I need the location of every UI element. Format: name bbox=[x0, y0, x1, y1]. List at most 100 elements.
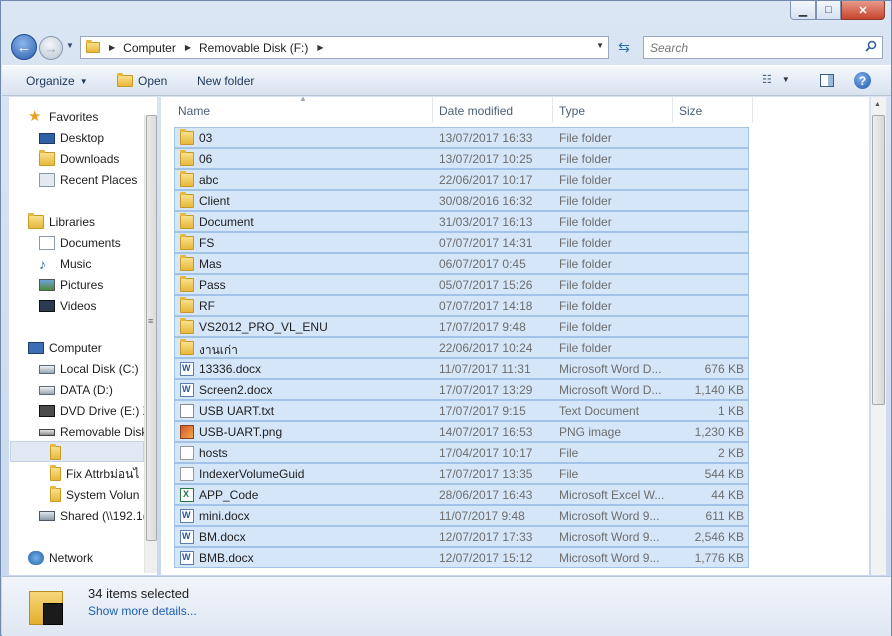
file-list-scrollbar-thumb[interactable] bbox=[872, 115, 885, 405]
chevron-right-icon[interactable]: ▶ bbox=[109, 43, 115, 52]
column-divider[interactable] bbox=[432, 97, 433, 123]
sidebar-item-recent-places[interactable]: Recent Places bbox=[39, 170, 137, 190]
sidebar-item-desktop[interactable]: Desktop bbox=[39, 128, 104, 148]
file-row[interactable]: BMB.docx 12/07/2017 15:12 Microsoft Word 9… bbox=[174, 547, 749, 568]
column-type[interactable]: Type bbox=[559, 104, 585, 118]
file-name: FS bbox=[199, 236, 215, 250]
sidebar-item-label: Network bbox=[49, 551, 94, 565]
file-row[interactable]: 06 13/07/2017 10:25 File folder bbox=[174, 148, 749, 169]
scroll-up-icon[interactable]: ▲ bbox=[874, 101, 881, 108]
change-view-button[interactable]: ☷ ▼ bbox=[762, 73, 790, 86]
sidebar-item-removable-disk[interactable]: Removable Disk bbox=[39, 422, 147, 442]
file-name: 03 bbox=[199, 131, 213, 145]
column-divider[interactable] bbox=[552, 97, 553, 123]
sidebar-item-pictures[interactable]: Pictures bbox=[39, 275, 103, 295]
sidebar-item-computer[interactable]: Computer bbox=[28, 338, 102, 358]
column-date-modified[interactable]: Date modified bbox=[439, 104, 513, 118]
sidebar-item-videos[interactable]: Videos bbox=[39, 296, 96, 316]
chevron-down-icon[interactable]: ▼ bbox=[782, 75, 790, 84]
file-row[interactable]: 03 13/07/2017 16:33 File folder bbox=[174, 127, 749, 148]
navigation-scrollbar[interactable] bbox=[144, 115, 157, 573]
file-date-modified: 31/03/2017 16:13 bbox=[439, 215, 533, 229]
chevron-right-icon[interactable]: ▶ bbox=[185, 43, 191, 52]
file-row[interactable]: Mas 06/07/2017 0:45 File folder bbox=[174, 253, 749, 274]
file-row[interactable]: mini.docx 11/07/2017 9:48 Microsoft Word 9… bbox=[174, 505, 749, 526]
sidebar-item-label: Recent Places bbox=[60, 173, 138, 187]
column-divider[interactable] bbox=[672, 97, 673, 123]
sidebar-item-network[interactable]: Network bbox=[28, 548, 93, 568]
file-type: File bbox=[559, 446, 579, 460]
title-bar: ▁ □ ✕ bbox=[1, 1, 891, 31]
file-row[interactable]: abc 22/06/2017 10:17 File folder bbox=[174, 169, 749, 190]
file-type: Microsoft Word 9... bbox=[559, 530, 660, 544]
chevron-right-icon[interactable]: ▶ bbox=[317, 43, 323, 52]
file-row[interactable]: USB UART.txt 17/07/2017 9:15 Text Document… bbox=[174, 400, 749, 421]
breadcrumb-computer[interactable]: Computer bbox=[123, 41, 176, 55]
sidebar-item-label: DATA (D:) bbox=[60, 383, 113, 397]
close-button[interactable]: ✕ bbox=[841, 1, 885, 20]
search-input[interactable] bbox=[650, 40, 850, 55]
sidebar-item-local-disk-c[interactable]: Local Disk (C:) bbox=[39, 359, 139, 379]
file-row[interactable]: Client 30/08/2016 16:32 File folder bbox=[174, 190, 749, 211]
file-name: Mas bbox=[199, 257, 222, 271]
new-folder-button[interactable]: New folder bbox=[197, 74, 254, 88]
file-size: 1,776 KB bbox=[694, 551, 744, 565]
address-bar[interactable]: ▶ Computer ▶ Removable Disk (F:) ▶ ▼ bbox=[80, 36, 609, 59]
file-row[interactable]: APP_Code 28/06/2017 16:43 Microsoft Excel … bbox=[174, 484, 749, 505]
file-list-scrollbar[interactable]: ▲ bbox=[871, 97, 886, 575]
sidebar-item-downloads[interactable]: Downloads bbox=[39, 149, 119, 169]
sidebar-item-system-volume[interactable]: System Volun bbox=[50, 485, 139, 505]
sidebar-item-favorites[interactable]: ★ Favorites bbox=[28, 107, 98, 127]
minimize-button[interactable]: ▁ bbox=[790, 1, 816, 20]
organize-button[interactable]: Organize ▼ bbox=[26, 74, 88, 88]
nav-selection-highlight bbox=[10, 441, 144, 462]
search-box[interactable] bbox=[643, 36, 883, 59]
sidebar-item-dvd-drive[interactable]: DVD Drive (E:) X bbox=[39, 401, 151, 421]
file-row[interactable]: RF 07/07/2017 14:18 File folder bbox=[174, 295, 749, 316]
sidebar-item-documents[interactable]: Documents bbox=[39, 233, 121, 253]
breadcrumb-removable-disk[interactable]: Removable Disk (F:) bbox=[199, 41, 308, 55]
file-row[interactable]: VS2012_PRO_VL_ENU 17/07/2017 9:48 File fol… bbox=[174, 316, 749, 337]
file-row[interactable]: 13336.docx 11/07/2017 11:31 Microsoft Word… bbox=[174, 358, 749, 379]
column-name[interactable]: Name bbox=[178, 104, 210, 118]
column-size[interactable]: Size bbox=[679, 104, 702, 118]
open-button[interactable]: Open bbox=[117, 73, 167, 88]
address-dropdown-icon[interactable]: ▼ bbox=[596, 41, 604, 50]
file-row[interactable]: Screen2.docx 17/07/2017 13:29 Microsoft Wo… bbox=[174, 379, 749, 400]
back-button[interactable]: ← bbox=[11, 34, 37, 60]
file-row[interactable]: USB-UART.png 14/07/2017 16:53 PNG image 1,2… bbox=[174, 421, 749, 442]
maximize-button[interactable]: □ bbox=[816, 1, 841, 20]
refresh-button[interactable]: ⇆ bbox=[613, 37, 635, 58]
search-icon[interactable] bbox=[865, 40, 877, 52]
recent-pages-dropdown[interactable]: ▼ bbox=[66, 41, 74, 50]
view-list-icon: ☷ bbox=[762, 74, 772, 86]
preview-pane-button[interactable] bbox=[820, 74, 834, 87]
sidebar-item-libraries[interactable]: Libraries bbox=[28, 212, 95, 232]
file-row[interactable]: FS 07/07/2017 14:31 File folder bbox=[174, 232, 749, 253]
desktop-icon bbox=[39, 132, 55, 144]
file-size: 44 KB bbox=[711, 488, 744, 502]
file-row[interactable]: IndexerVolumeGuid 17/07/2017 13:35 File 544… bbox=[174, 463, 749, 484]
file-row[interactable]: งานเก่า 22/06/2017 10:24 File folder bbox=[174, 337, 749, 358]
sidebar-item-unnamed-folder[interactable] bbox=[50, 443, 66, 463]
sidebar-item-data-d[interactable]: DATA (D:) bbox=[39, 380, 113, 400]
sidebar-item-music[interactable]: ♪ Music bbox=[39, 254, 91, 274]
file-type: File folder bbox=[559, 215, 612, 229]
file-size: 2 KB bbox=[717, 446, 744, 460]
sidebar-item-label: Local Disk (C:) bbox=[60, 362, 139, 376]
file-row[interactable]: Pass 05/07/2017 15:26 File folder bbox=[174, 274, 749, 295]
file-row[interactable]: BM.docx 12/07/2017 17:33 Microsoft Word 9.… bbox=[174, 526, 749, 547]
column-divider[interactable] bbox=[752, 97, 753, 123]
pictures-icon bbox=[39, 279, 55, 291]
sidebar-item-fix-attrb[interactable]: Fix Attrbม่อนไ bbox=[50, 464, 139, 484]
selection-folder-icon bbox=[29, 583, 65, 625]
navigation-scrollbar-thumb[interactable] bbox=[146, 115, 157, 541]
help-button[interactable]: ? bbox=[854, 72, 871, 89]
forward-button[interactable]: → bbox=[39, 36, 63, 60]
file-name: USB UART.txt bbox=[199, 404, 275, 418]
file-row[interactable]: Document 31/03/2017 16:13 File folder bbox=[174, 211, 749, 232]
file-row[interactable]: hosts 17/04/2017 10:17 File 2 KB bbox=[174, 442, 749, 463]
file-type: File folder bbox=[559, 236, 612, 250]
sidebar-item-shared[interactable]: Shared (\\192.1( bbox=[39, 506, 147, 526]
show-more-details-link[interactable]: Show more details... bbox=[88, 604, 197, 618]
